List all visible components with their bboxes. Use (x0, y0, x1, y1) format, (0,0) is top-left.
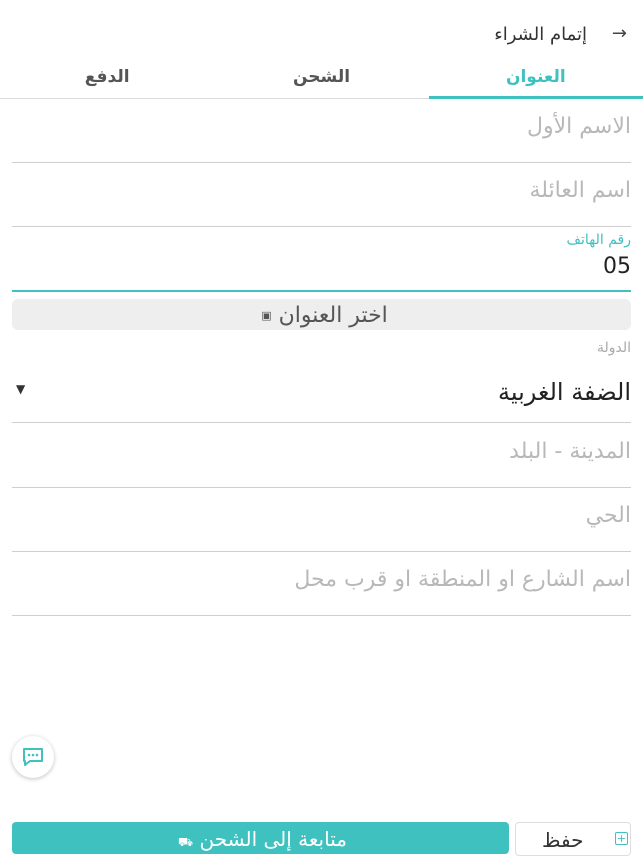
country-label: الدولة (596, 340, 631, 356)
phone-value: 05 (603, 254, 631, 279)
truck-icon: ⛟ (178, 835, 194, 849)
country-value: الضفة الغربية (497, 378, 631, 406)
street-placeholder: اسم الشارع او المنطقة او قرب محل (294, 567, 631, 592)
city-placeholder: المدينة - البلد (509, 439, 631, 464)
last-name-field[interactable]: اسم العائلة (12, 162, 631, 227)
first-name-field[interactable]: الاسم الأول (12, 98, 631, 163)
continue-label: متابعة إلى الشحن (199, 827, 347, 851)
checkout-tabs: العنوان الشحن الدفع (0, 62, 643, 99)
phone-label: رقم الهاتف (566, 232, 631, 248)
first-name-placeholder: الاسم الأول (527, 114, 631, 139)
chat-button[interactable] (12, 736, 54, 778)
choose-address-label: اختر العنوان (278, 303, 388, 328)
district-field[interactable]: الحي (12, 487, 631, 552)
district-placeholder: الحي (585, 503, 631, 528)
chat-icon (23, 748, 43, 766)
tab-payment[interactable]: الدفع (0, 62, 214, 98)
arrow-right-icon[interactable]: → (612, 24, 627, 44)
street-field[interactable]: اسم الشارع او المنطقة او قرب محل (12, 551, 631, 616)
save-label: حفظ (542, 828, 584, 852)
tab-address[interactable]: العنوان (428, 62, 643, 99)
save-button[interactable]: حفظ + (515, 822, 631, 856)
contact-card-icon: ▣ (261, 309, 272, 322)
header: → إتمام الشراء (0, 22, 643, 50)
plus-square-icon: + (615, 832, 628, 845)
choose-address-button[interactable]: اختر العنوان ▣ (12, 299, 631, 330)
continue-to-shipping-button[interactable]: متابعة إلى الشحن ⛟ (12, 822, 509, 854)
last-name-placeholder: اسم العائلة (529, 178, 631, 203)
caret-down-icon: ▼ (16, 382, 26, 396)
city-field[interactable]: المدينة - البلد (12, 423, 631, 488)
country-select[interactable]: الضفة الغربية ▼ (12, 360, 631, 423)
phone-field[interactable]: رقم الهاتف 05 (12, 226, 631, 292)
tab-shipping[interactable]: الشحن (214, 62, 428, 98)
page-title: إتمام الشراء (494, 24, 587, 45)
